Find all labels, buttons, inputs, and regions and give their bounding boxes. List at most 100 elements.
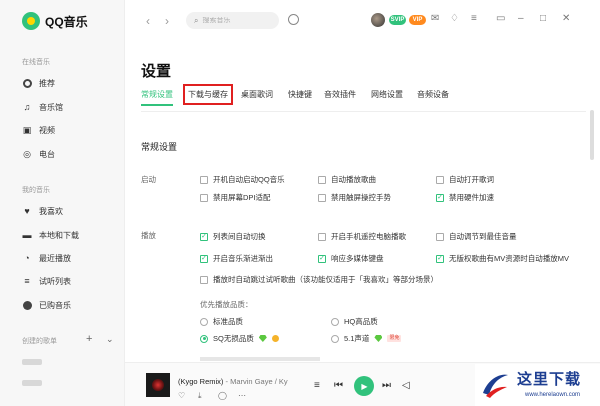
checkbox-checked[interactable]: ✓ [200, 254, 208, 263]
checkbox[interactable] [318, 193, 326, 202]
section-created-playlists: 创建的歌单 [22, 338, 57, 345]
option-label: 列表间自动切换 [213, 232, 266, 241]
tab-audio-device[interactable]: 音频设备 [417, 89, 449, 100]
radio-standard[interactable]: 标准品质 [200, 316, 243, 327]
sidebar-item-radio[interactable]: ◎ 电台 [22, 146, 55, 162]
song-info[interactable]: (Kygo Remix) - Marvin Gaye / Ky [178, 377, 293, 386]
option-skip-trial[interactable]: 播放时自动跳过试听歌曲（该功能仅适用于「我喜欢」等部分场景） [200, 274, 438, 285]
tab-desktop-lyrics[interactable]: 桌面歌词 [241, 89, 273, 100]
checkbox-checked[interactable]: ✓ [318, 254, 326, 263]
diamond-vip-icon [258, 335, 267, 342]
section-title-general: 常规设置 [141, 142, 178, 152]
download-icon[interactable]: ⤓ [198, 391, 202, 401]
radio-icon: ◎ [23, 148, 31, 159]
close-icon[interactable]: ✕ [562, 13, 570, 24]
app-logo[interactable]: QQ音乐 [22, 12, 88, 30]
option-media-keys[interactable]: ✓ 响应多媒体键盘 [318, 253, 384, 264]
option-disable-hw-accel[interactable]: ✓ 禁用硬件加速 [436, 192, 494, 203]
sidebar-item-music-hall[interactable]: ♫ 音乐馆 [22, 99, 63, 115]
sidebar-item-label: 音乐馆 [39, 102, 63, 112]
option-list-auto-switch[interactable]: ✓ 列表间自动切换 [200, 231, 266, 242]
vip-badge[interactable]: VIP [409, 15, 426, 25]
playlist-placeholder[interactable] [22, 359, 42, 365]
sidebar-item-video[interactable]: ▣ 视频 [22, 122, 55, 138]
mail-icon[interactable]: ✉ [431, 13, 439, 24]
radio-button[interactable] [331, 317, 339, 326]
checkbox-checked[interactable]: ✓ [436, 193, 444, 202]
forward-arrow-icon[interactable]: › [165, 14, 169, 28]
playlist-placeholder[interactable] [22, 380, 42, 386]
comment-icon[interactable]: ◯ [218, 391, 227, 400]
checkbox[interactable] [436, 232, 444, 241]
play-button[interactable]: ▶ [354, 376, 374, 396]
album-cover[interactable] [146, 373, 170, 397]
sidebar-item-label: 视频 [39, 125, 55, 135]
radio-hq[interactable]: HQ高品质 [331, 316, 378, 327]
plus-icon[interactable]: + [86, 333, 92, 345]
sidebar-item-purchased[interactable]: 已购音乐 [22, 297, 71, 313]
option-auto-mv[interactable]: ✓ 无版权歌曲有MV资源时自动播放MV [436, 253, 569, 264]
sidebar-item-recommend[interactable]: 推荐 [22, 75, 55, 91]
maximize-icon[interactable]: □ [540, 13, 546, 24]
clock-icon: ◔ [24, 253, 30, 263]
checkbox[interactable] [200, 193, 208, 202]
sidebar-item-local-download[interactable]: ▬ 本地和下载 [22, 227, 80, 243]
tab-network[interactable]: 网络设置 [371, 89, 403, 100]
avatar[interactable] [371, 13, 385, 27]
qq-music-logo-icon [22, 12, 40, 30]
checkbox[interactable] [318, 232, 326, 241]
option-auto-volume[interactable]: 自动调节到最佳音量 [436, 231, 517, 242]
minimize-icon[interactable]: – [518, 13, 524, 24]
scrollbar[interactable] [590, 110, 594, 160]
checkbox-checked[interactable]: ✓ [200, 232, 208, 241]
checkbox[interactable] [318, 175, 326, 184]
listen-recognize-icon[interactable] [288, 14, 299, 25]
skin-icon[interactable]: ♢ [450, 13, 459, 24]
search-box[interactable]: ⌕ [186, 12, 279, 29]
playlist-mode-icon[interactable]: ≡ [314, 380, 320, 391]
checkbox[interactable] [200, 175, 208, 184]
tab-shortcuts[interactable]: 快捷键 [288, 89, 312, 100]
sidebar-item-trial-list[interactable]: ≡ 试听列表 [22, 273, 71, 289]
option-label: 禁用硬件加速 [449, 193, 494, 202]
sidebar-item-recent[interactable]: ◔ 最近播放 [22, 250, 71, 266]
option-disable-touch[interactable]: 禁用触屏操控手势 [318, 192, 391, 203]
menu-icon[interactable]: ≡ [471, 13, 477, 24]
checkbox-checked[interactable]: ✓ [436, 254, 444, 263]
music-note-icon: ♫ [23, 102, 31, 112]
option-auto-lyrics[interactable]: 自动打开歌词 [436, 174, 494, 185]
tab-download-cache[interactable]: 下载与缓存 [183, 84, 233, 105]
radio-button[interactable] [200, 317, 208, 326]
back-arrow-icon[interactable]: ‹ [146, 14, 150, 28]
section-online-music: 在线音乐 [22, 59, 50, 66]
video-icon: ▣ [22, 124, 32, 135]
option-autostart[interactable]: 开机自动启动QQ音乐 [200, 174, 285, 185]
next-icon[interactable]: ⏭ [382, 380, 391, 391]
option-disable-dpi[interactable]: 禁用屏幕DPI适配 [200, 192, 271, 203]
option-phone-remote[interactable]: 开启手机遥控电脑播歌 [318, 231, 406, 242]
radio-51[interactable]: 5.1声道 限免 [331, 333, 402, 344]
option-autoplay[interactable]: 自动播放歌曲 [318, 174, 376, 185]
check-circle-icon [22, 300, 32, 310]
song-artist: - Marvin Gaye / Ky [223, 377, 288, 386]
search-input[interactable] [202, 17, 273, 24]
radio-button-selected[interactable] [200, 334, 208, 343]
top-bar: ‹ › ⌕ SVIP VIP ✉ ♢ ≡ ▭ – □ ✕ [125, 0, 600, 44]
previous-icon[interactable]: ⏮ [334, 380, 343, 391]
option-fade[interactable]: ✓ 开启音乐渐进渐出 [200, 253, 273, 264]
watermark-url: www.herelaown.com [525, 392, 581, 398]
radio-button[interactable] [331, 334, 339, 343]
checkbox[interactable] [200, 275, 208, 284]
checkbox[interactable] [436, 175, 444, 184]
more-icon[interactable]: ⋯ [238, 391, 246, 400]
tab-sound-plugins[interactable]: 音效插件 [324, 89, 356, 100]
like-icon[interactable]: ♡ [178, 391, 185, 400]
radio-sq[interactable]: SQ无损品质 [200, 333, 279, 344]
tab-general[interactable]: 常规设置 [141, 89, 173, 106]
mini-mode-icon[interactable]: ▭ [496, 13, 505, 24]
chevron-down-icon[interactable]: ⌄ [106, 334, 114, 345]
sidebar-item-favorites[interactable]: ♥ 我喜欢 [22, 203, 63, 219]
svip-badge[interactable]: SVIP [389, 15, 406, 25]
option-label: SQ无损品质 [213, 334, 254, 343]
volume-icon[interactable]: ◁ [402, 380, 410, 391]
